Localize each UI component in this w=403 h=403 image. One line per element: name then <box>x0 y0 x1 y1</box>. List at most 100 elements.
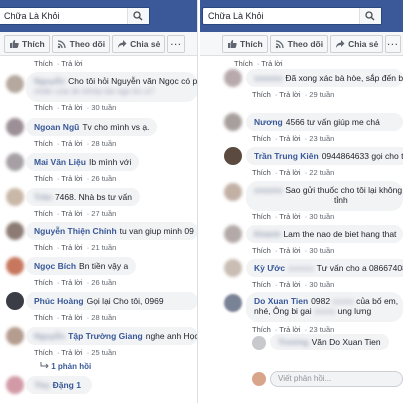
reply-link[interactable]: Trả lời <box>61 59 82 68</box>
avatar[interactable] <box>224 147 242 165</box>
commenter-name[interactable]: Trương <box>278 337 309 347</box>
avatar[interactable] <box>6 188 24 206</box>
like-link[interactable]: Thích <box>34 174 53 183</box>
commenter-name[interactable]: Nguyễn <box>34 76 65 86</box>
avatar[interactable] <box>224 294 242 312</box>
commenter-name[interactable]: Khánh <box>254 229 280 239</box>
like-link[interactable]: Thích <box>252 280 271 289</box>
avatar[interactable] <box>224 183 242 201</box>
like-link[interactable]: Thích <box>34 243 53 252</box>
like-link[interactable]: Thích <box>34 313 53 322</box>
reply-link[interactable]: Trả lời <box>61 313 82 322</box>
avatar[interactable] <box>224 69 242 87</box>
share-button[interactable]: Chia sẻ <box>112 34 166 53</box>
like-button[interactable]: Thích <box>222 34 268 53</box>
avatar[interactable] <box>6 257 24 275</box>
comment-time: 28 tuần <box>91 313 117 322</box>
reply-link[interactable]: Trả lời <box>61 278 82 287</box>
more-options-button[interactable]: ··· <box>385 34 401 53</box>
commenter-name[interactable]: Nguyễn <box>34 331 65 341</box>
commenter-name[interactable]: Do Xuan Tien <box>254 296 308 306</box>
commenter-name-rest[interactable]: Tập Trường Giang <box>68 331 143 341</box>
commenter-name[interactable]: Ngoan Ngũ <box>34 122 79 132</box>
avatar[interactable] <box>6 327 24 345</box>
comment-bubble: Ngoan Ngũ Tv cho mình vs ạ. <box>26 118 158 136</box>
search-icon <box>133 11 143 21</box>
avatar[interactable] <box>224 225 242 243</box>
commenter-name[interactable]: Nương <box>254 117 283 127</box>
comment-time: 30 tuần <box>309 212 335 221</box>
like-link[interactable]: Thích <box>252 246 271 255</box>
like-link[interactable]: Thích <box>252 325 271 334</box>
reply-link[interactable]: Trả lời <box>279 280 300 289</box>
avatar[interactable] <box>6 222 24 240</box>
avatar[interactable] <box>224 113 242 131</box>
reply-link[interactable]: Trả lời <box>61 139 82 148</box>
avatar[interactable] <box>252 336 266 350</box>
reply-link[interactable]: Trả lời <box>61 174 82 183</box>
avatar[interactable] <box>6 75 24 93</box>
comment-time: 28 tuần <box>91 139 117 148</box>
like-button[interactable]: Thích <box>4 34 50 53</box>
like-link[interactable]: Thích <box>34 139 53 148</box>
thumbs-up-icon <box>10 39 19 48</box>
thumbs-up-icon <box>228 39 237 48</box>
write-reply-input[interactable]: Viết phản hồi... <box>270 371 403 387</box>
more-options-button[interactable]: ··· <box>167 34 186 53</box>
commenter-name[interactable]: Trần Trung Kiên <box>254 151 319 161</box>
avatar[interactable] <box>6 153 24 171</box>
follow-button[interactable]: Theo dõi <box>51 34 111 53</box>
search-button[interactable] <box>127 8 149 24</box>
comment-text: Ib mình với <box>88 157 132 167</box>
like-link[interactable]: Thích <box>252 168 271 177</box>
left-screenshot-panel: Chữa Là Khỏi Thích Theo dõi Chia sẻ ··· … <box>0 0 198 403</box>
like-link[interactable]: Thích <box>252 134 271 143</box>
comment-text: Sao gửi thuốc cho tôi lại không có qu <box>285 185 403 195</box>
like-link[interactable]: Thích <box>34 209 53 218</box>
reply-link[interactable]: Trả lời <box>61 103 82 112</box>
reply-link[interactable]: Trả lời <box>279 246 300 255</box>
commenter-name[interactable]: xxxxxx <box>254 185 282 195</box>
like-link[interactable]: Thích <box>34 103 53 112</box>
share-button[interactable]: Chia sẻ <box>330 34 384 53</box>
commenter-name-rest[interactable]: Đặng 1 <box>53 380 81 390</box>
reply-link[interactable]: Trả lời <box>279 212 300 221</box>
commenter-name[interactable]: Trần <box>34 192 52 202</box>
like-link[interactable]: Thích <box>252 212 271 221</box>
like-link[interactable]: Thích <box>252 90 271 99</box>
commenter-name[interactable]: Mai Văn Liệu <box>34 157 86 167</box>
like-link[interactable]: Thích <box>234 59 253 68</box>
search-input[interactable]: Chữa Là Khỏi <box>0 7 150 25</box>
commenter-name[interactable]: Kỳ Ước <box>254 263 285 273</box>
comment-bubble: Trần Trung Kiên 0944864633 gọi cho tôi <box>246 147 403 165</box>
reply-link[interactable]: Trả lời <box>279 134 300 143</box>
reply-link[interactable]: Trả lời <box>61 348 82 357</box>
page-action-bar: Thích Theo dõi Chia sẻ ··· <box>200 32 403 56</box>
reply-link[interactable]: Trả lời <box>261 59 282 68</box>
search-input[interactable]: Chữa Là Khỏi <box>202 7 382 25</box>
commenter-name[interactable]: Nguyễn Thiện Chính <box>34 226 117 236</box>
like-link[interactable]: Thích <box>34 348 53 357</box>
avatar[interactable] <box>6 376 24 394</box>
view-replies-link[interactable]: 1 phản hồi <box>40 362 91 371</box>
like-link[interactable]: Thích <box>34 278 53 287</box>
commenter-name[interactable]: xxxxxx <box>254 73 282 83</box>
commenter-name[interactable]: Ngọc Bích <box>34 261 76 271</box>
avatar[interactable] <box>224 259 242 277</box>
reply-link[interactable]: Trả lời <box>61 243 82 252</box>
comment-text: Lam the nao de biet hang that <box>283 229 397 239</box>
reply-link[interactable]: Trả lời <box>279 325 300 334</box>
follow-button[interactable]: Theo dõi <box>269 34 329 53</box>
comment-meta: Thích · Trả lời <box>234 59 283 68</box>
reply-link[interactable]: Trả lời <box>279 90 300 99</box>
search-button[interactable] <box>359 8 381 24</box>
reply-link[interactable]: Trả lời <box>279 168 300 177</box>
avatar[interactable] <box>6 118 24 136</box>
commenter-name[interactable]: Phúc Hoàng <box>34 296 84 306</box>
like-link[interactable]: Thích <box>34 59 53 68</box>
avatar[interactable] <box>6 292 24 310</box>
comment-bubble: Do Xuan Tien 0982 xxxxx của bố em, nhé, Ô… <box>246 292 403 322</box>
commenter-name[interactable]: Thọ <box>34 380 50 390</box>
reply-link[interactable]: Trả lời <box>61 209 82 218</box>
comment-time: 25 tuần <box>91 348 117 357</box>
